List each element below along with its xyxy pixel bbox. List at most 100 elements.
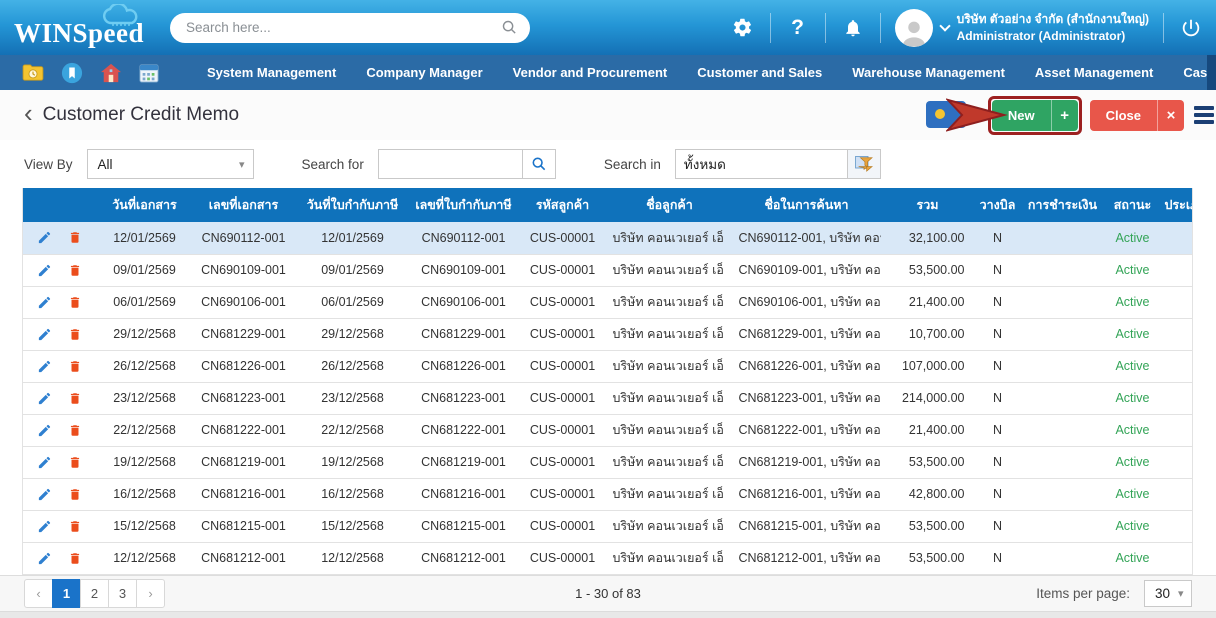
- next-page-button[interactable]: ›: [136, 579, 165, 608]
- table-row[interactable]: 12/12/2568 CN681212-001 12/12/2568 CN681…: [23, 542, 1193, 574]
- winspeed-logo[interactable]: WINSpeed: [14, 6, 154, 49]
- delete-icon[interactable]: [68, 391, 84, 406]
- calendar-icon[interactable]: [139, 62, 159, 84]
- edit-icon[interactable]: [37, 230, 53, 245]
- divider: [1163, 13, 1164, 43]
- back-button[interactable]: ‹: [24, 100, 33, 126]
- caret-down-icon: ▾: [239, 158, 245, 171]
- cell-billing: N: [975, 478, 1021, 510]
- edit-icon[interactable]: [37, 551, 53, 566]
- cell-payment: [1021, 222, 1105, 254]
- cell-cust-code: CUS-00001: [519, 286, 607, 318]
- edit-icon[interactable]: [37, 455, 53, 470]
- cell-doc-type: [1161, 414, 1193, 446]
- home-icon[interactable]: [100, 62, 122, 84]
- cell-cust-name: บริษัท คอนเวเยอร์ เอ็: [607, 318, 733, 350]
- table-row[interactable]: 19/12/2568 CN681219-001 19/12/2568 CN681…: [23, 446, 1193, 478]
- table-row[interactable]: 12/01/2569 CN690112-001 12/01/2569 CN690…: [23, 222, 1193, 254]
- page-button-2[interactable]: 2: [80, 579, 109, 608]
- col-billing[interactable]: วางบิล: [975, 188, 1021, 222]
- table-row[interactable]: 09/01/2569 CN690109-001 09/01/2569 CN690…: [23, 254, 1193, 286]
- edit-icon[interactable]: [37, 423, 53, 438]
- table-row[interactable]: 15/12/2568 CN681215-001 15/12/2568 CN681…: [23, 510, 1193, 542]
- user-menu[interactable]: บริษัท ตัวอย่าง จำกัด (สำนักงานใหญ่) Adm…: [895, 9, 1149, 47]
- nav-item-vendor-and-procurement[interactable]: Vendor and Procurement: [498, 65, 683, 80]
- edit-icon[interactable]: [37, 391, 53, 406]
- page-button-1[interactable]: 1: [52, 579, 81, 608]
- notifications-button[interactable]: [840, 15, 866, 41]
- edit-icon[interactable]: [37, 263, 53, 278]
- nav-item-system-management[interactable]: System Management: [192, 65, 351, 80]
- table-row[interactable]: 22/12/2568 CN681222-001 22/12/2568 CN681…: [23, 414, 1193, 446]
- delete-icon[interactable]: [68, 230, 84, 245]
- table-row[interactable]: 23/12/2568 CN681223-001 23/12/2568 CN681…: [23, 382, 1193, 414]
- cell-doc-no: CN681229-001: [191, 318, 297, 350]
- edit-icon[interactable]: [37, 295, 53, 310]
- table-row[interactable]: 16/12/2568 CN681216-001 16/12/2568 CN681…: [23, 478, 1193, 510]
- cell-tax-date: 16/12/2568: [297, 478, 409, 510]
- cell-doc-type: [1161, 350, 1193, 382]
- table-row[interactable]: 29/12/2568 CN681229-001 29/12/2568 CN681…: [23, 318, 1193, 350]
- col-doc-date[interactable]: วันที่เอกสาร: [99, 188, 191, 222]
- col-status[interactable]: สถานะ: [1105, 188, 1161, 222]
- table-row[interactable]: 06/01/2569 CN690106-001 06/01/2569 CN690…: [23, 286, 1193, 318]
- col-search-name[interactable]: ชื่อในการค้นหา: [733, 188, 881, 222]
- delete-icon[interactable]: [68, 487, 84, 502]
- search-icon: [501, 19, 518, 36]
- bookmark-icon[interactable]: [61, 62, 83, 84]
- table-row[interactable]: 26/12/2568 CN681226-001 26/12/2568 CN681…: [23, 350, 1193, 382]
- delete-icon[interactable]: [68, 263, 84, 278]
- edit-icon[interactable]: [37, 519, 53, 534]
- recent-documents-icon[interactable]: [22, 62, 44, 84]
- delete-icon[interactable]: [68, 551, 84, 566]
- close-x-section[interactable]: ×: [1158, 107, 1184, 124]
- logout-button[interactable]: [1178, 15, 1204, 41]
- menu-lines-icon[interactable]: [1194, 106, 1214, 124]
- search-for-input[interactable]: [378, 149, 522, 179]
- edit-icon[interactable]: [37, 487, 53, 502]
- page-button-3[interactable]: 3: [108, 579, 137, 608]
- col-cust-code[interactable]: รหัสลูกค้า: [519, 188, 607, 222]
- edit-icon[interactable]: [37, 327, 53, 342]
- cell-cust-name: บริษัท คอนเวเยอร์ เอ็: [607, 382, 733, 414]
- filter-bar: View By All ▾ Search for Search in: [0, 140, 1216, 188]
- cell-billing: N: [975, 222, 1021, 254]
- col-total[interactable]: รวม: [881, 188, 975, 222]
- cell-doc-type: [1161, 382, 1193, 414]
- col-tax-date[interactable]: วันที่ใบกำกับภาษี: [297, 188, 409, 222]
- global-search-input[interactable]: [170, 13, 530, 43]
- cloud-icon: [102, 4, 140, 26]
- nav-item-warehouse-management[interactable]: Warehouse Management: [837, 65, 1020, 80]
- view-by-select[interactable]: All ▾: [87, 149, 254, 179]
- col-doc-type[interactable]: ประเภทเอ: [1161, 188, 1193, 222]
- close-button[interactable]: Close ×: [1090, 100, 1184, 131]
- prev-page-button[interactable]: ‹: [24, 579, 53, 608]
- delete-icon[interactable]: [68, 519, 84, 534]
- nav-item-asset-management[interactable]: Asset Management: [1020, 65, 1168, 80]
- settings-button[interactable]: [730, 15, 756, 41]
- search-for-button[interactable]: [522, 149, 556, 179]
- cell-doc-no: CN690112-001: [191, 222, 297, 254]
- delete-icon[interactable]: [68, 423, 84, 438]
- new-plus-section[interactable]: +: [1052, 107, 1078, 124]
- pagination-bar: ‹ 1 2 3 › 1 - 30 of 83 Items per page: 3…: [0, 575, 1216, 611]
- help-button[interactable]: ?: [785, 15, 811, 41]
- delete-icon[interactable]: [68, 455, 84, 470]
- col-cust-name[interactable]: ชื่อลูกค้า: [607, 188, 733, 222]
- items-per-page: Items per page: 30 ▾: [1036, 580, 1192, 607]
- search-in-input[interactable]: [675, 149, 847, 179]
- col-tax-no[interactable]: เลขที่ใบกำกับภาษี: [409, 188, 519, 222]
- nav-item-customer-and-sales[interactable]: Customer and Sales: [682, 65, 837, 80]
- edit-icon[interactable]: [37, 359, 53, 374]
- items-per-page-select[interactable]: 30 ▾: [1144, 580, 1192, 607]
- col-payment[interactable]: การชำระเงิน: [1021, 188, 1105, 222]
- delete-icon[interactable]: [68, 295, 84, 310]
- row-actions: [23, 510, 99, 542]
- filter-funnel-button[interactable]: [847, 149, 881, 179]
- col-doc-no[interactable]: เลขที่เอกสาร: [191, 188, 297, 222]
- delete-icon[interactable]: [68, 327, 84, 342]
- global-search[interactable]: [170, 13, 530, 43]
- cell-tax-date: 19/12/2568: [297, 446, 409, 478]
- delete-icon[interactable]: [68, 359, 84, 374]
- nav-item-company-manager[interactable]: Company Manager: [351, 65, 497, 80]
